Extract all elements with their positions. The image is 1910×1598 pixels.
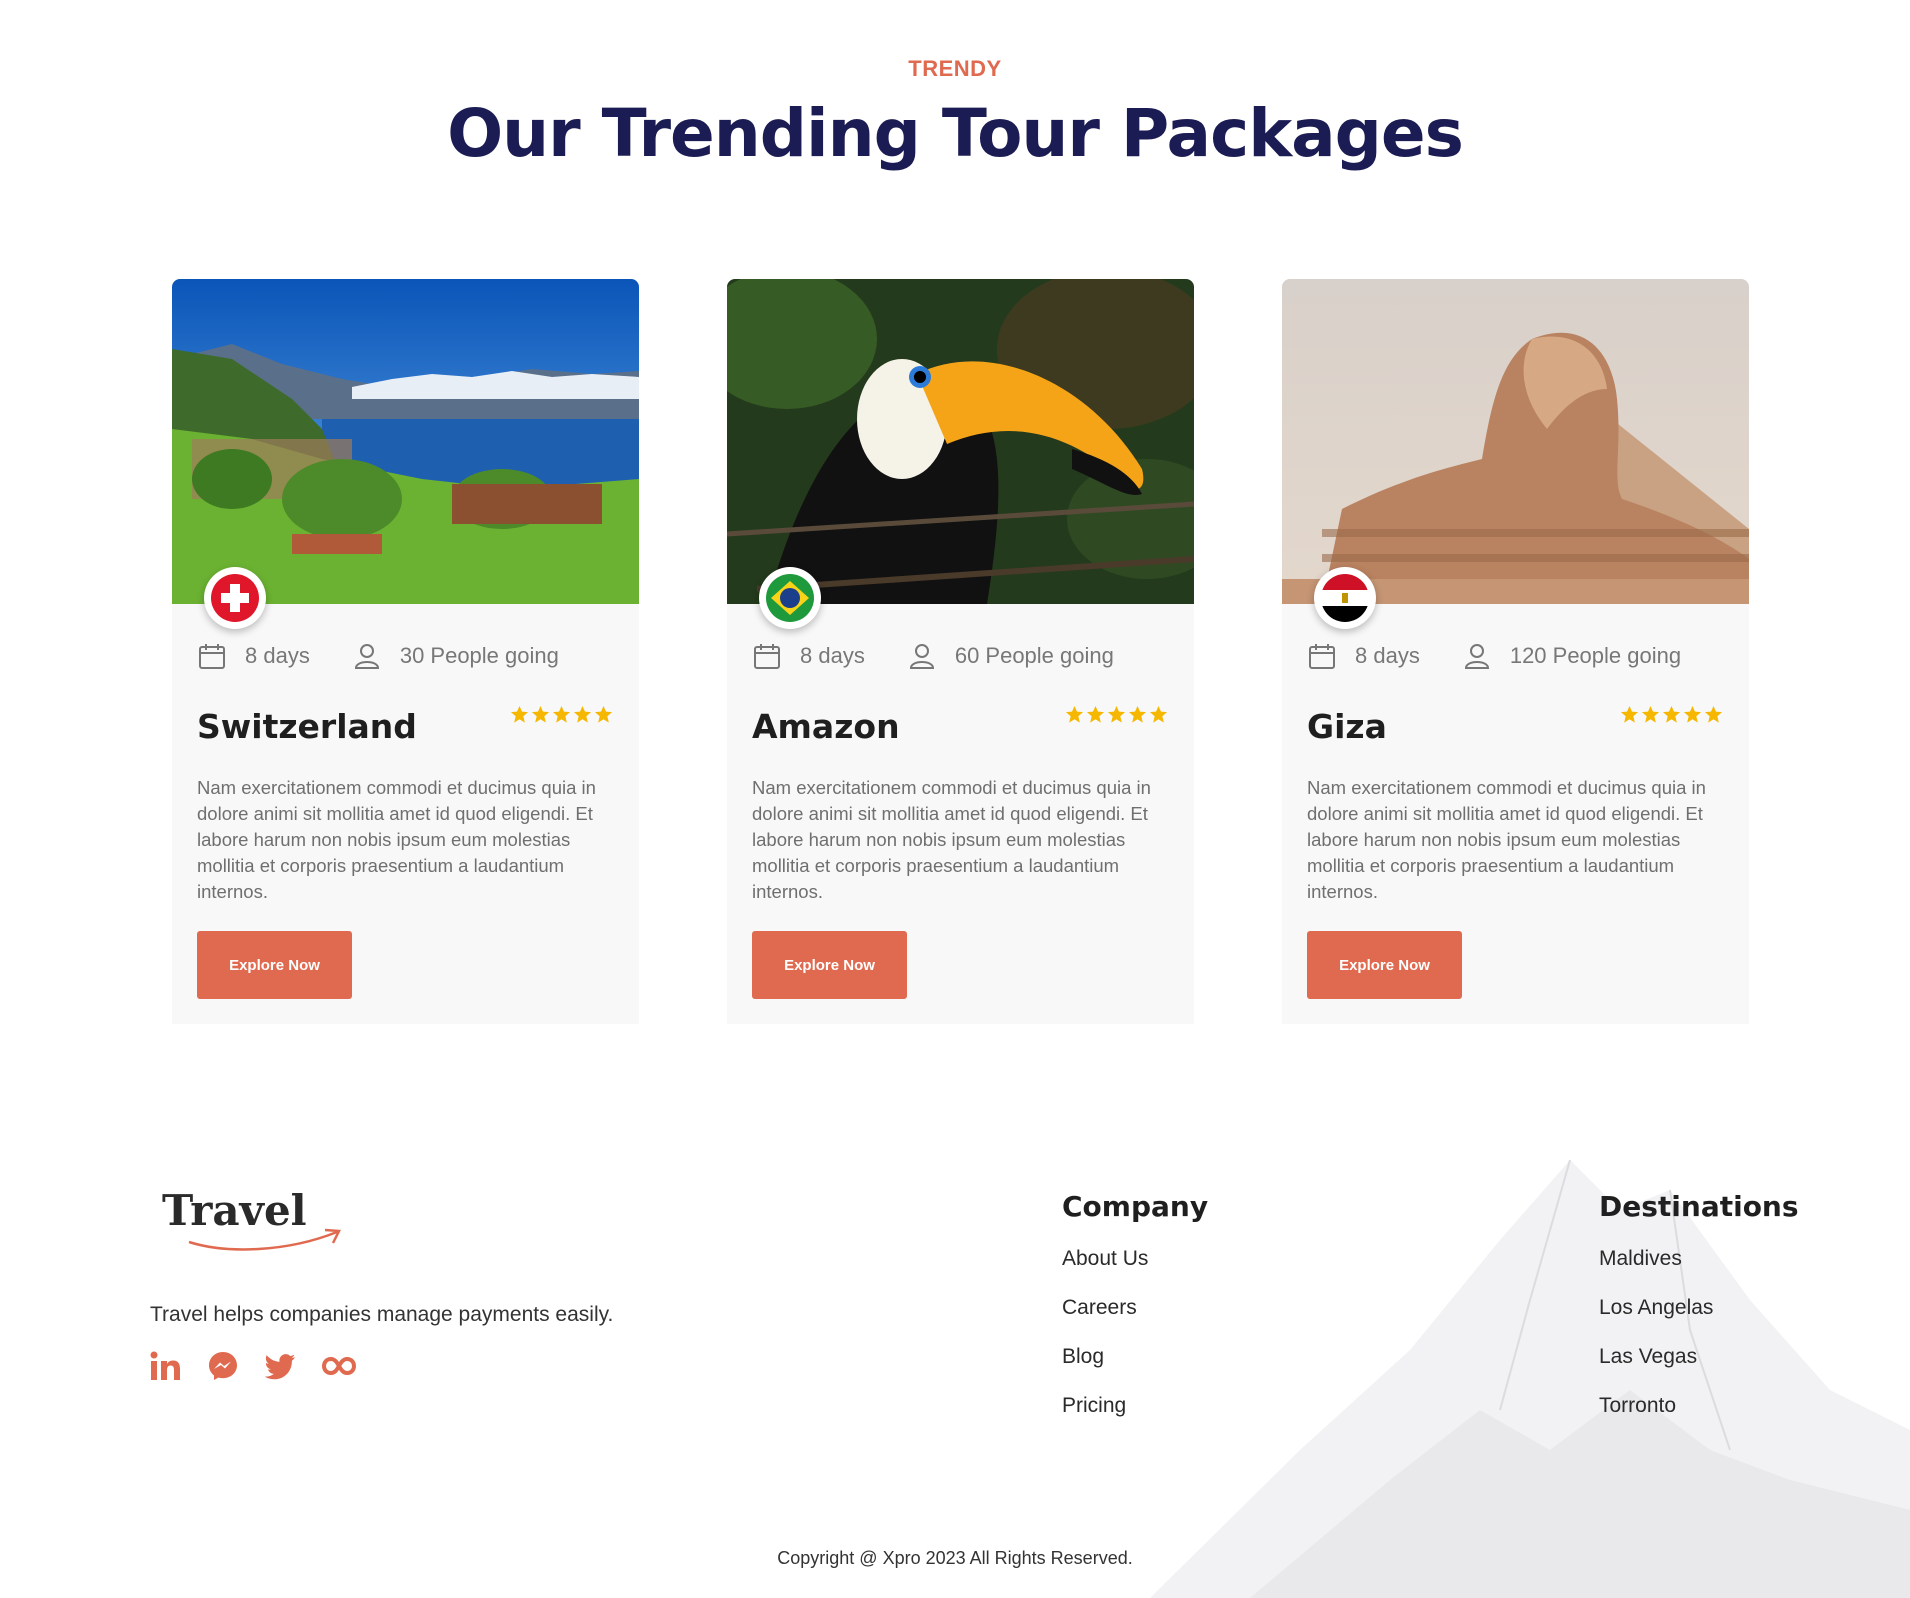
rating-stars [510,705,613,724]
twitter-icon[interactable] [264,1349,298,1383]
card-description: Nam exercitationem commodi et ducimus qu… [197,777,596,902]
person-icon [352,641,382,671]
brazil-flag-icon [759,567,821,629]
footer-destinations-column: Destinations Maldives Los Angelas Las Ve… [1599,1190,1799,1443]
star-icon [1107,705,1126,723]
explore-now-button[interactable]: Explore Now [752,931,907,999]
people-label: 120 People going [1509,643,1682,668]
rating-stars [1065,705,1168,724]
section-eyebrow: TRENDY [908,56,1002,81]
person-icon [1462,641,1492,671]
card-description: Nam exercitationem commodi et ducimus qu… [1307,777,1706,902]
star-icon [552,705,571,723]
star-icon [1683,705,1702,723]
logo-arrow-icon [188,1228,341,1251]
switzerland-flag-icon [204,567,266,629]
footer-tagline: Travel helps companies manage payments e… [150,1303,614,1326]
footer-link-careers[interactable]: Careers [1062,1296,1208,1321]
card-title: Switzerland [197,707,417,746]
star-icon [594,705,613,723]
explore-now-button[interactable]: Explore Now [1307,931,1462,999]
calendar-icon [752,641,782,671]
star-icon [573,705,592,723]
star-icon [531,705,550,723]
footer-link-pricing[interactable]: Pricing [1062,1394,1208,1419]
footer-link-about-us[interactable]: About Us [1062,1247,1208,1272]
star-icon [510,705,529,723]
egypt-flag-icon [1314,567,1376,629]
duration-label: 8 days [245,643,310,668]
linkedin-icon[interactable] [148,1349,182,1383]
star-icon [1641,705,1660,723]
infinity-icon[interactable] [322,1349,356,1383]
footer-link-las-vegas[interactable]: Las Vegas [1599,1345,1799,1370]
star-icon [1065,705,1084,723]
duration-label: 8 days [800,643,865,668]
footer-company-column: Company About Us Careers Blog Pricing [1062,1190,1208,1443]
company-heading: Company [1062,1190,1209,1223]
social-links [148,1349,356,1383]
star-icon [1662,705,1681,723]
footer-link-torronto[interactable]: Torronto [1599,1394,1799,1419]
calendar-icon [1307,641,1337,671]
switzerland-image [172,279,639,604]
people-label: 30 People going [399,643,559,668]
section-title: Our Trending Tour Packages [447,95,1464,172]
duration-label: 8 days [1355,643,1420,668]
card-title: Amazon [752,707,900,746]
star-icon [1128,705,1147,723]
tour-card-switzerland: 8 days 30 People going Switzerland Nam e… [172,279,639,1024]
footer-link-los-angelas[interactable]: Los Angelas [1599,1296,1799,1321]
star-icon [1620,705,1639,723]
footer-link-maldives[interactable]: Maldives [1599,1247,1799,1272]
people-label: 60 People going [954,643,1114,668]
rating-stars [1620,705,1723,724]
amazon-image [727,279,1194,604]
card-title: Giza [1307,707,1387,746]
messenger-icon[interactable] [206,1349,240,1383]
explore-now-button[interactable]: Explore Now [197,931,352,999]
travel-logo[interactable]: Travel [162,1186,352,1256]
copyright-text: Copyright @ Xpro 2023 All Rights Reserve… [777,1548,1133,1568]
destinations-heading: Destinations [1599,1190,1799,1223]
giza-image [1282,279,1749,604]
tour-card-giza: 8 days 120 People going Giza Nam exercit… [1282,279,1749,1024]
star-icon [1086,705,1105,723]
person-icon [907,641,937,671]
star-icon [1149,705,1168,723]
footer-link-blog[interactable]: Blog [1062,1345,1208,1370]
star-icon [1704,705,1723,723]
calendar-icon [197,641,227,671]
tour-card-amazon: 8 days 60 People going Amazon Nam exerci… [727,279,1194,1024]
card-description: Nam exercitationem commodi et ducimus qu… [752,777,1151,902]
